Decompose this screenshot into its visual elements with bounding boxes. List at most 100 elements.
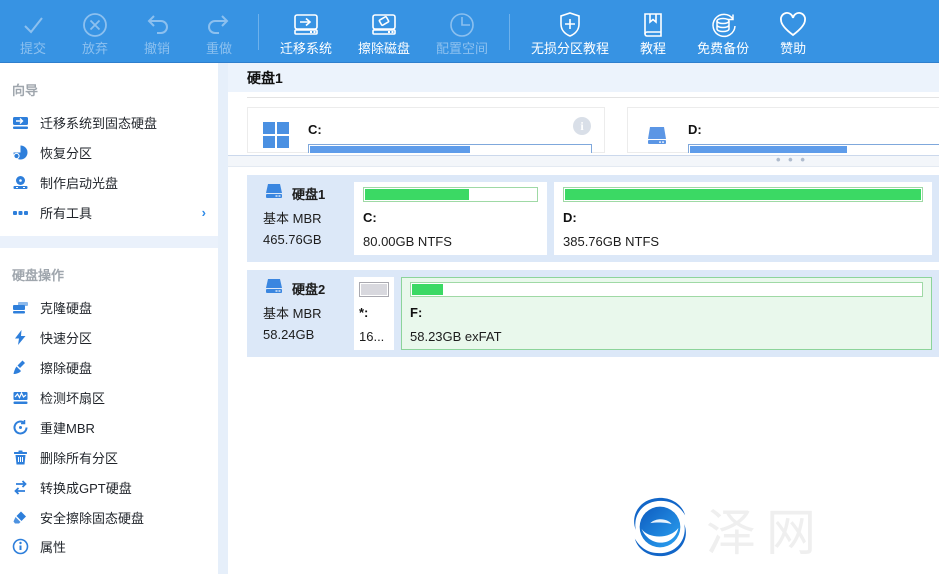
disk-size: 58.24GB (263, 327, 347, 342)
sidebar-item-label: 所有工具 (40, 203, 202, 222)
volume-usage-bar (688, 144, 939, 153)
wipe-hard-disk-icon (12, 359, 29, 376)
toolbar: 提交 放弃 撤销 重做 迁移系统 擦除磁盘 配置空间 (0, 0, 939, 63)
toolbar-separator (509, 14, 510, 50)
drive-icon (643, 122, 671, 150)
partition-label: C: (363, 210, 538, 225)
watermark: 泽网 (628, 493, 826, 565)
toolbar-label: 赞助 (780, 42, 806, 56)
sidebar-item-label: 检测坏扇区 (40, 388, 206, 407)
partition-usage-fill (365, 189, 469, 200)
sidebar-item-label: 属性 (40, 537, 206, 556)
sidebar-item-rebuild-mbr[interactable]: 重建MBR (0, 412, 218, 442)
submit-button[interactable]: 提交 (2, 0, 64, 62)
sidebar-item-recover-partition[interactable]: 恢复分区 (0, 138, 218, 168)
partition-tutorial-button[interactable]: 无损分区教程 (518, 0, 622, 62)
toolbar-label: 撤销 (144, 42, 170, 56)
partition-usage-bar (359, 282, 389, 297)
sidebar-item-bootable-cd[interactable]: 制作启动光盘 (0, 168, 218, 198)
disk-type: 基本 MBR (263, 303, 347, 322)
sidebar-item-label: 克隆硬盘 (40, 298, 206, 317)
sidebar-item-wipe-hard-disk[interactable]: 擦除硬盘 (0, 353, 218, 383)
sidebar-item-clone-disk[interactable]: 克隆硬盘 (0, 293, 218, 323)
sidebar-item-label: 擦除硬盘 (40, 358, 206, 377)
discard-button[interactable]: 放弃 (64, 0, 126, 62)
volume-label: C: (308, 122, 592, 137)
sidebar-item-label: 制作启动光盘 (40, 173, 206, 192)
overview-splitter-handle[interactable]: • • • (228, 155, 939, 167)
partition-usage-bar (410, 282, 923, 297)
sidebar-item-delete-all-partitions[interactable]: 删除所有分区 (0, 442, 218, 472)
sidebar-item-quick-partition[interactable]: 快速分区 (0, 323, 218, 353)
hard-disk-icon (263, 278, 285, 298)
disk-type: 基本 MBR (263, 208, 347, 227)
windows-logo-icon (263, 122, 291, 150)
wipe-disk-icon (369, 8, 399, 42)
watermark-logo-icon (628, 496, 692, 563)
partition-usage-fill (361, 284, 387, 295)
sidebar-item-convert-gpt[interactable]: 转换成GPT硬盘 (0, 472, 218, 502)
disk-size: 465.76GB (263, 232, 347, 247)
volume-usage-bar (308, 144, 592, 153)
sidebar-item-properties[interactable]: 属性 (0, 532, 218, 562)
allocate-space-button[interactable]: 配置空间 (423, 0, 501, 62)
rebuild-mbr-icon (12, 419, 29, 436)
sidebar-item-secure-erase-ssd[interactable]: 安全擦除固态硬盘 (0, 502, 218, 532)
donate-icon (778, 8, 808, 42)
sidebar-main-gutter (218, 63, 228, 574)
sidebar-item-label: 快速分区 (40, 328, 206, 347)
overview-volume-d[interactable]: D: (627, 107, 939, 153)
sidebar-section-wizards: 向导 (0, 63, 218, 108)
redo-button[interactable]: 重做 (188, 0, 250, 62)
toolbar-label: 无损分区教程 (531, 42, 609, 56)
overview-volume-c[interactable]: C: i (247, 107, 605, 153)
tutorial-icon (639, 8, 667, 42)
sidebar-section-disk-operations: 硬盘操作 (0, 248, 218, 293)
drag-handle-dots-icon: • • • (776, 152, 807, 167)
disk-row-2: 硬盘2 基本 MBR 58.24GB *: 16... F: 58.23GB e… (247, 270, 939, 357)
sidebar-item-label: 删除所有分区 (40, 448, 206, 467)
sidebar-item-migrate-to-ssd[interactable]: 迁移系统到固态硬盘 (0, 108, 218, 138)
chevron-right-icon: › (202, 205, 206, 220)
toolbar-separator (258, 14, 259, 50)
disk-info-block[interactable]: 硬盘2 基本 MBR 58.24GB (254, 277, 347, 350)
watermark-text: 泽网 (706, 493, 826, 565)
disk-info-block[interactable]: 硬盘1 基本 MBR 465.76GB (254, 182, 347, 255)
partition-cell-unformatted[interactable]: *: 16... (354, 277, 394, 350)
donate-button[interactable]: 赞助 (762, 0, 824, 62)
discard-icon (81, 8, 109, 42)
free-backup-button[interactable]: 免费备份 (684, 0, 762, 62)
sidebar-item-all-tools[interactable]: 所有工具 › (0, 198, 218, 228)
undo-icon (143, 8, 171, 42)
partition-cell-f-selected[interactable]: F: 58.23GB exFAT (401, 277, 932, 350)
migrate-system-button[interactable]: 迁移系统 (267, 0, 345, 62)
content-area: 向导 迁移系统到固态硬盘 恢复分区 制作启动光盘 所有工具 › (0, 63, 939, 574)
tutorial-button[interactable]: 教程 (622, 0, 684, 62)
hard-disk-icon (263, 183, 285, 203)
partition-label: *: (359, 305, 389, 320)
partition-cell-c[interactable]: C: 80.00GB NTFS (354, 182, 547, 255)
partition-cell-d[interactable]: D: 385.76GB NTFS (554, 182, 932, 255)
all-tools-icon (12, 204, 29, 221)
disk-tab-title[interactable]: 硬盘1 (247, 68, 283, 88)
info-icon[interactable]: i (573, 117, 591, 135)
sidebar-item-label: 安全擦除固态硬盘 (40, 508, 206, 527)
toolbar-label: 擦除磁盘 (358, 42, 410, 56)
check-bad-sectors-icon (12, 389, 29, 406)
partition-usage-fill (565, 189, 921, 200)
migrate-to-ssd-icon (12, 114, 29, 131)
disk-row-1: 硬盘1 基本 MBR 465.76GB C: 80.00GB NTFS D: 3… (247, 175, 939, 262)
toolbar-label: 教程 (640, 42, 666, 56)
partition-size-fs: 16... (359, 329, 389, 344)
sidebar-item-check-bad-sectors[interactable]: 检测坏扇区 (0, 382, 218, 412)
disk-name: 硬盘1 (292, 184, 325, 203)
volume-usage-fill (310, 146, 470, 153)
wipe-disk-button[interactable]: 擦除磁盘 (345, 0, 423, 62)
partition-size-fs: 385.76GB NTFS (563, 234, 923, 249)
sidebar-divider (0, 236, 218, 248)
partition-label: D: (563, 210, 923, 225)
undo-button[interactable]: 撤销 (126, 0, 188, 62)
partition-size-fs: 58.23GB exFAT (410, 329, 923, 344)
properties-icon (12, 538, 29, 555)
partition-tutorial-icon (556, 8, 584, 42)
